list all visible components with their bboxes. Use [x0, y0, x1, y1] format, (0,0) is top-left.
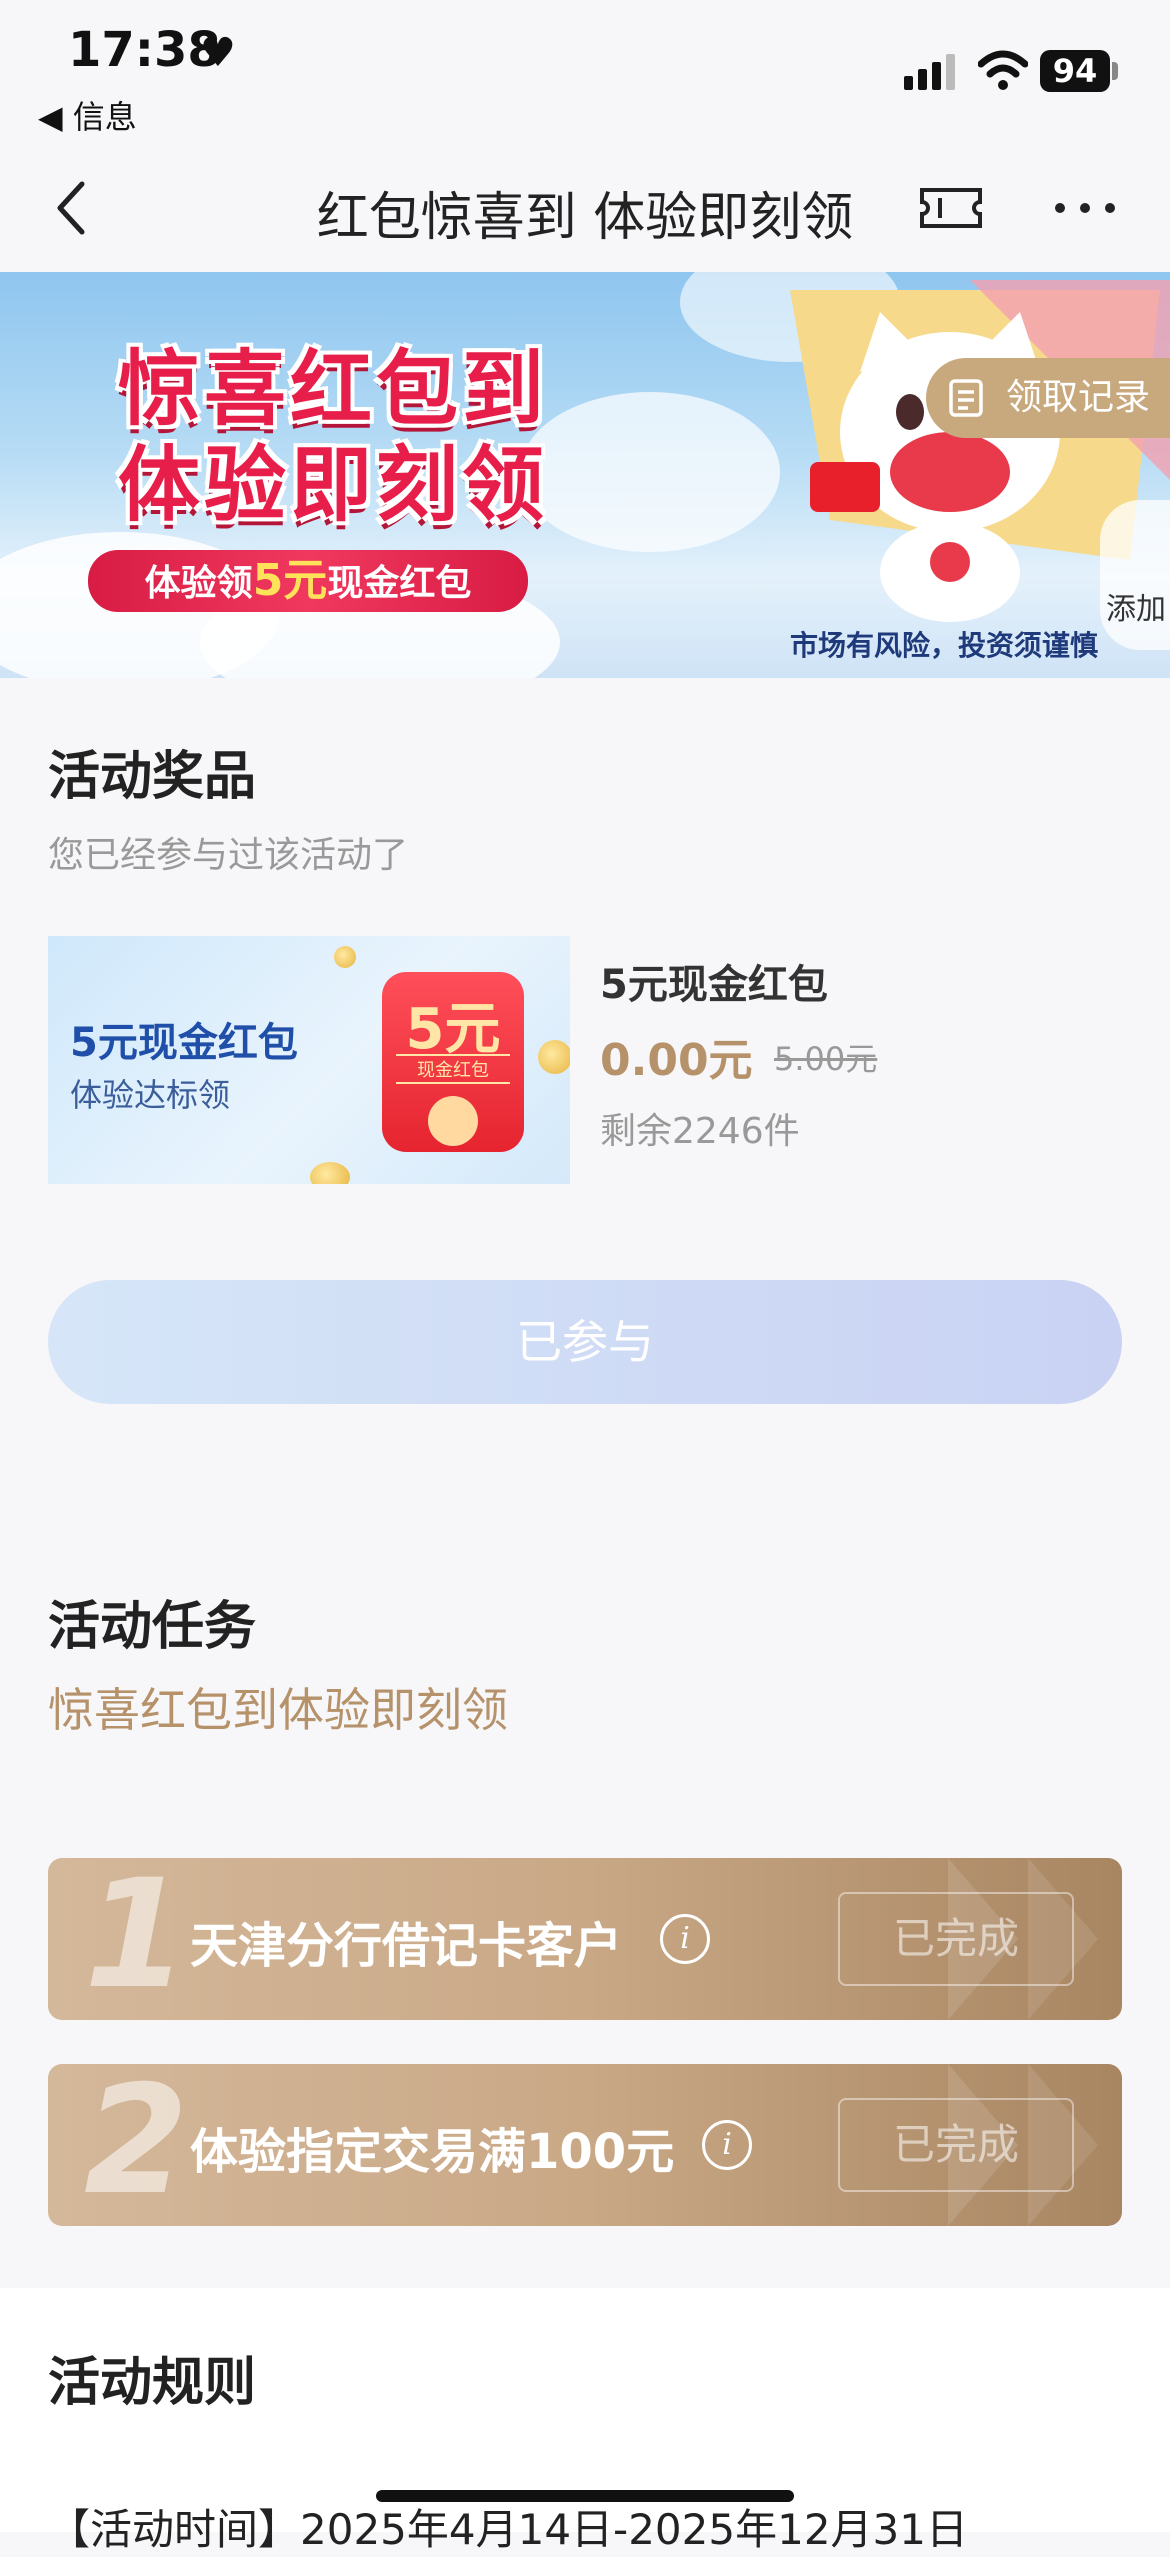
records-button-label: 领取记录 [1006, 377, 1151, 418]
prize-name: 5元现金红包 [600, 962, 828, 1008]
task-number: 1 [84, 1858, 189, 2020]
prize-stock: 剩余2246件 [600, 1111, 800, 1152]
envelope-label: 现金红包 [396, 1054, 510, 1084]
task-card: 2 体验指定交易满100元 i 已完成 [48, 2064, 1122, 2226]
info-icon[interactable]: i [660, 1914, 710, 1964]
task-label: 天津分行借记卡客户 [190, 1918, 623, 1974]
cellular-signal-icon [904, 54, 955, 90]
battery-tip [1112, 62, 1118, 80]
promo-banner[interactable]: 惊喜红包到 体验即刻领 体验领5元现金红包 市场有风险，投资须谨慎 [0, 272, 1170, 678]
banner-headline-line-2: 体验即刻领 [118, 438, 549, 533]
prize-original-price: 5.00元 [774, 1040, 878, 1078]
risk-notice: 市场有风险，投资须谨慎 [790, 629, 1099, 662]
task-status-button[interactable]: 已完成 [838, 1892, 1074, 1986]
banner-headline: 惊喜红包到 体验即刻领 [118, 342, 548, 534]
info-icon[interactable]: i [702, 2120, 752, 2170]
prize-section-subtitle: 您已经参与过该活动了 [48, 835, 409, 876]
banner-sub-suffix: 现金红包 [327, 563, 472, 604]
prize-image[interactable]: 5元现金红包 体验达标领 5元 现金红包 [48, 936, 570, 1184]
battery-indicator: 94 [1040, 50, 1110, 92]
prize-price: 0.00元 [600, 1035, 753, 1086]
home-indicator[interactable] [376, 2490, 794, 2502]
task-status-button[interactable]: 已完成 [838, 2098, 1074, 2192]
ticket-icon[interactable] [918, 186, 984, 230]
banner-subheadline: 体验领5元现金红包 [88, 550, 528, 612]
status-time: 17:38 [68, 22, 221, 78]
more-icon[interactable] [1050, 186, 1120, 230]
banner-headline-line-1: 惊喜红包到 [118, 342, 549, 437]
records-list-icon [949, 379, 983, 417]
red-envelope-icon: 5元 现金红包 [382, 972, 524, 1152]
prize-image-subtitle: 体验达标领 [70, 1076, 231, 1114]
joined-button[interactable]: 已参与 [48, 1280, 1122, 1404]
banner-sub-prefix: 体验领 [144, 563, 253, 604]
back-arrow-icon[interactable] [50, 178, 94, 238]
heart-icon: ♥ [200, 30, 236, 76]
task-card: 1 天津分行借记卡客户 i 已完成 [48, 1858, 1122, 2020]
envelope-seal [428, 1096, 478, 1146]
prize-section-title: 活动奖品 [48, 747, 257, 807]
task-label: 体验指定交易满100元 [190, 2124, 675, 2180]
prize-image-title: 5元现金红包 [70, 1020, 298, 1066]
banner-sub-amount: 5元 [252, 555, 328, 606]
records-button[interactable]: 领取记录 [926, 358, 1170, 438]
back-to-app-link[interactable]: ◀ 信息 [38, 92, 137, 138]
add-button-label: 添加 [1106, 592, 1166, 627]
rules-section-title: 活动规则 [48, 2353, 257, 2413]
task-number: 2 [84, 2064, 189, 2226]
page-title: 红包惊喜到 体验即刻领 [316, 188, 854, 248]
wifi-icon [978, 50, 1028, 90]
rules-text: 【活动时间】2025年4月14日-2025年12月31日 [48, 2505, 968, 2554]
task-section-subtitle: 惊喜红包到体验即刻领 [48, 1683, 508, 1737]
envelope-amount: 5元 [405, 997, 501, 1062]
task-section-title: 活动任务 [48, 1597, 257, 1657]
